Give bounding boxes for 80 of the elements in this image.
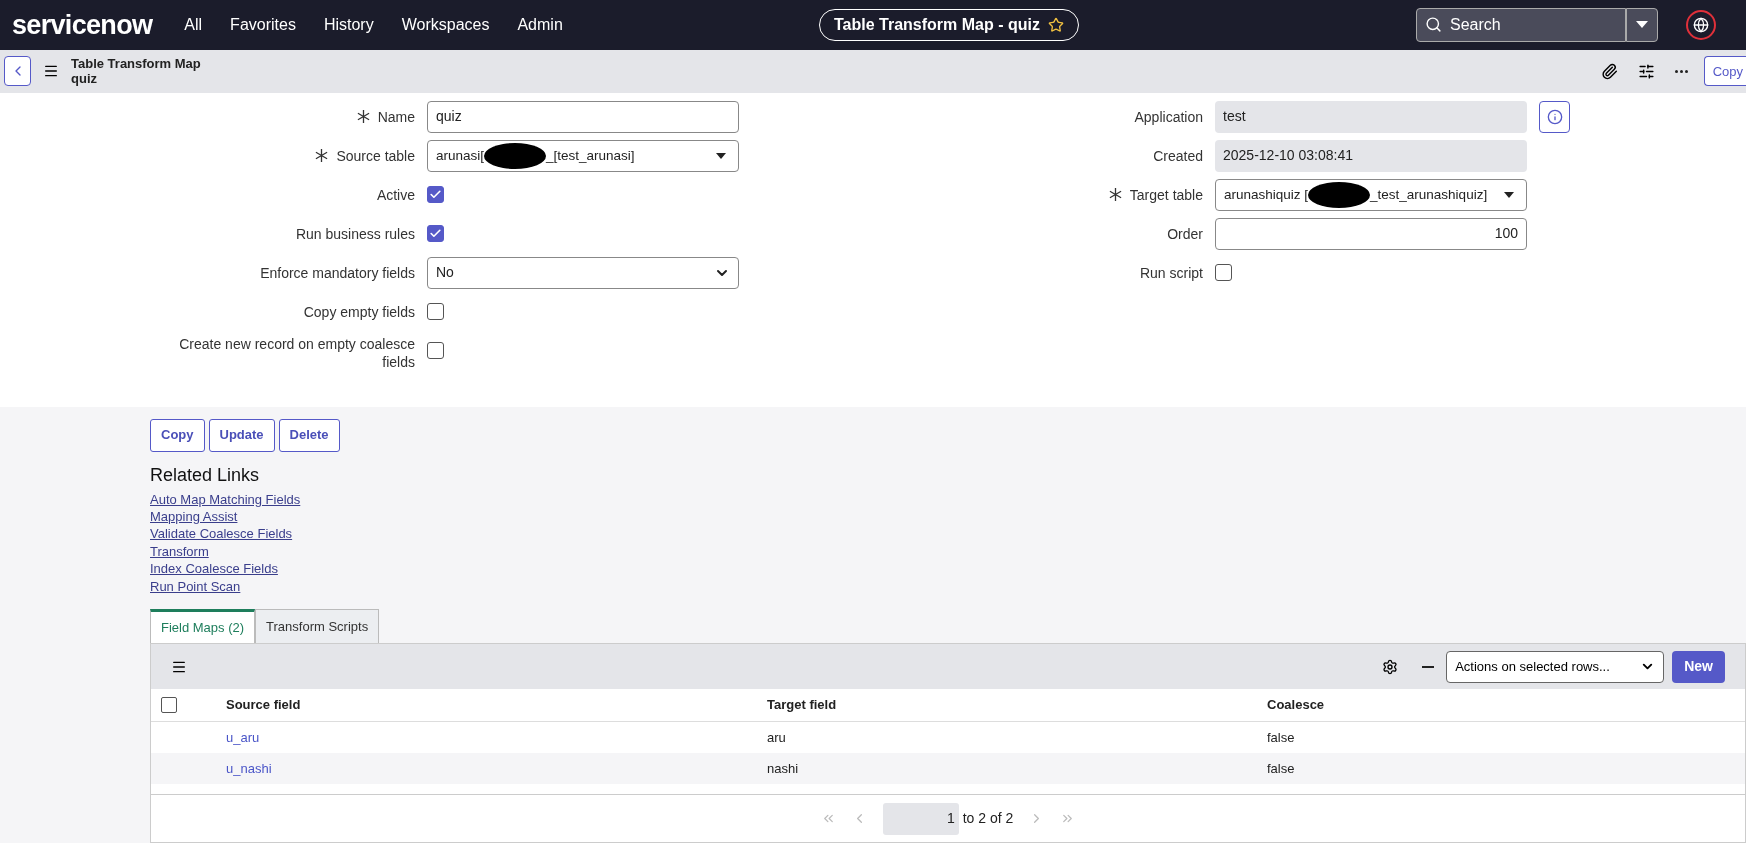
- new-button[interactable]: New: [1672, 650, 1725, 683]
- record-link[interactable]: u_aru: [226, 729, 260, 745]
- redaction-mark: [484, 142, 547, 169]
- column-header[interactable]: Source field: [226, 697, 301, 713]
- field-label: Enforce mandatory fields: [260, 263, 415, 282]
- table-cell: false: [1267, 729, 1295, 745]
- nav-menu-item[interactable]: Workspaces: [401, 12, 490, 37]
- paperclip-icon: [1600, 62, 1618, 80]
- collapse-icon[interactable]: [1422, 665, 1435, 668]
- redaction-mark: [1308, 181, 1371, 208]
- reference-field[interactable]: arunasi[ _[test_arunasi]: [427, 139, 739, 172]
- field-label: Order: [1167, 224, 1203, 243]
- select-all-checkbox[interactable]: [161, 697, 177, 713]
- field-label: Application: [1134, 107, 1203, 126]
- nav-menu-item[interactable]: Favorites: [230, 12, 296, 37]
- field-label: Created: [1153, 146, 1203, 165]
- order-field[interactable]: 100: [1215, 217, 1527, 250]
- reference-field[interactable]: arunashiquiz [ _test_arunashiquiz]: [1215, 178, 1527, 211]
- related-link[interactable]: Validate Coalesce Fields: [150, 525, 293, 543]
- table-cell: aru: [767, 729, 786, 745]
- page-range: to 2 of 2: [962, 809, 1014, 828]
- more-icon[interactable]: [1674, 69, 1688, 73]
- tab[interactable]: Field Maps (2): [150, 609, 256, 644]
- checkbox[interactable]: [427, 342, 444, 360]
- field-value: arunasi[: [436, 146, 485, 165]
- related-links-heading: Related Links: [150, 463, 261, 487]
- search-field[interactable]: Search: [1416, 7, 1626, 42]
- column-header[interactable]: Target field: [767, 697, 837, 713]
- select-field[interactable]: No: [427, 256, 739, 289]
- related-link[interactable]: Auto Map Matching Fields: [150, 490, 301, 508]
- field-label: Source table: [336, 146, 415, 165]
- caret-icon: [1504, 191, 1514, 198]
- column-header[interactable]: Coalesce: [1267, 697, 1325, 713]
- related-link[interactable]: Transform: [150, 542, 209, 561]
- form-title: Table Transform Map: [71, 56, 201, 72]
- page-input[interactable]: 1: [882, 802, 959, 835]
- settings-icon: [1382, 658, 1399, 675]
- tab[interactable]: Transform Scripts: [255, 609, 380, 644]
- caret-icon: [716, 152, 726, 159]
- nav-menu-item[interactable]: History: [323, 12, 374, 37]
- star-icon: [1047, 17, 1064, 33]
- related-link[interactable]: Mapping Assist: [150, 507, 238, 526]
- field-label: Run script: [1139, 263, 1203, 282]
- table-cell: false: [1267, 760, 1295, 776]
- field-value: arunashiquiz [: [1224, 185, 1309, 204]
- form-subtitle: quiz: [71, 71, 98, 87]
- checkbox[interactable]: [1215, 264, 1232, 282]
- checkbox[interactable]: [427, 225, 444, 243]
- checkbox[interactable]: [427, 186, 444, 204]
- related-link[interactable]: Run Point Scan: [150, 577, 241, 595]
- field-label: Create new record on empty coalesce fields: [178, 334, 415, 371]
- nav-menu-item[interactable]: Admin: [517, 12, 563, 37]
- name-field[interactable]: quiz: [427, 100, 739, 133]
- action-button[interactable]: Delete: [278, 418, 340, 452]
- readonly-field: 2025-12-10 03:08:41: [1215, 139, 1527, 172]
- record-link[interactable]: u_nashi: [226, 760, 272, 776]
- copy-button[interactable]: Copy: [1703, 56, 1746, 87]
- related-link[interactable]: Index Coalesce Fields: [150, 560, 278, 578]
- table-cell: nashi: [767, 760, 799, 776]
- globe-icon[interactable]: [1686, 9, 1716, 40]
- info-button[interactable]: [1539, 100, 1570, 133]
- actions-select[interactable]: Actions on selected rows...: [1446, 650, 1665, 683]
- sliders-icon: [1637, 62, 1655, 80]
- readonly-field: test: [1215, 100, 1527, 133]
- search-dropdown-button[interactable]: [1626, 7, 1658, 42]
- action-button[interactable]: Copy: [150, 418, 205, 452]
- search-icon: [1425, 16, 1442, 34]
- field-label: Active: [376, 185, 415, 204]
- field-label: Copy empty fields: [303, 302, 415, 321]
- action-button[interactable]: Update: [208, 418, 275, 452]
- field-value: _[test_arunasi]: [546, 146, 635, 165]
- nav-menu-item[interactable]: All: [184, 12, 203, 37]
- info-icon: [1546, 108, 1563, 125]
- field-label: Run business rules: [295, 224, 415, 243]
- field-label: Target table: [1129, 185, 1203, 204]
- checkbox[interactable]: [427, 303, 444, 321]
- logo[interactable]: servicenow: [12, 4, 153, 46]
- field-value: _test_arunashiquiz]: [1370, 185, 1488, 204]
- back-button[interactable]: [4, 56, 31, 87]
- field-label: Name: [377, 107, 415, 126]
